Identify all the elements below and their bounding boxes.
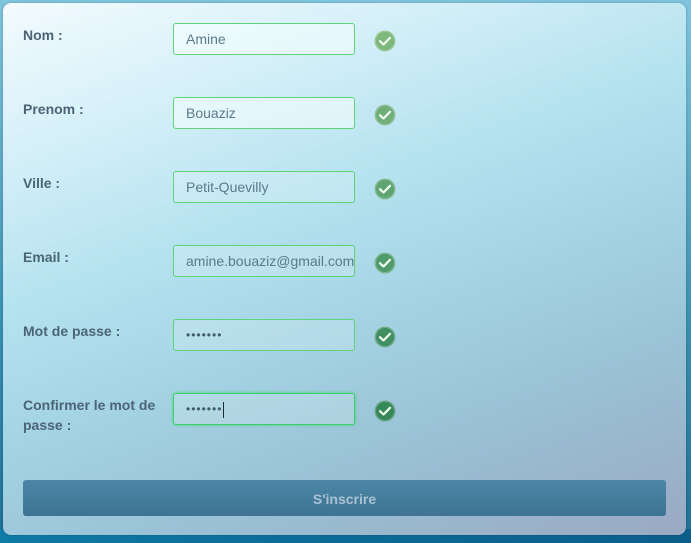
check-circle-icon (374, 30, 396, 52)
signup-form-card: Nom : Amine Prenom : Bouaziz Ville : Pet… (3, 3, 686, 535)
ville-label: Ville : (23, 175, 61, 191)
prenom-input[interactable]: Bouaziz (173, 97, 355, 129)
prenom-label: Prenom : (23, 101, 84, 117)
confirm-password-input[interactable]: ••••••• (173, 393, 355, 425)
check-circle-icon (374, 400, 396, 422)
email-label: Email : (23, 249, 69, 265)
check-circle-icon (374, 326, 396, 348)
signup-submit-button[interactable]: S'inscrire (23, 480, 666, 516)
text-cursor (223, 401, 225, 418)
password-label: Mot de passe : (23, 323, 121, 339)
confirm-password-value: ••••••• (186, 402, 223, 416)
confirm-password-label: Confirmer le mot de passe : (23, 397, 156, 433)
check-circle-icon (374, 178, 396, 200)
nom-input[interactable]: Amine (173, 23, 355, 55)
check-circle-icon (374, 104, 396, 126)
check-circle-icon (374, 252, 396, 274)
email-input[interactable]: amine.bouaziz@gmail.com (173, 245, 355, 277)
password-input[interactable]: ••••••• (173, 319, 355, 351)
ville-input[interactable]: Petit-Quevilly (173, 171, 355, 203)
nom-label: Nom : (23, 27, 63, 43)
